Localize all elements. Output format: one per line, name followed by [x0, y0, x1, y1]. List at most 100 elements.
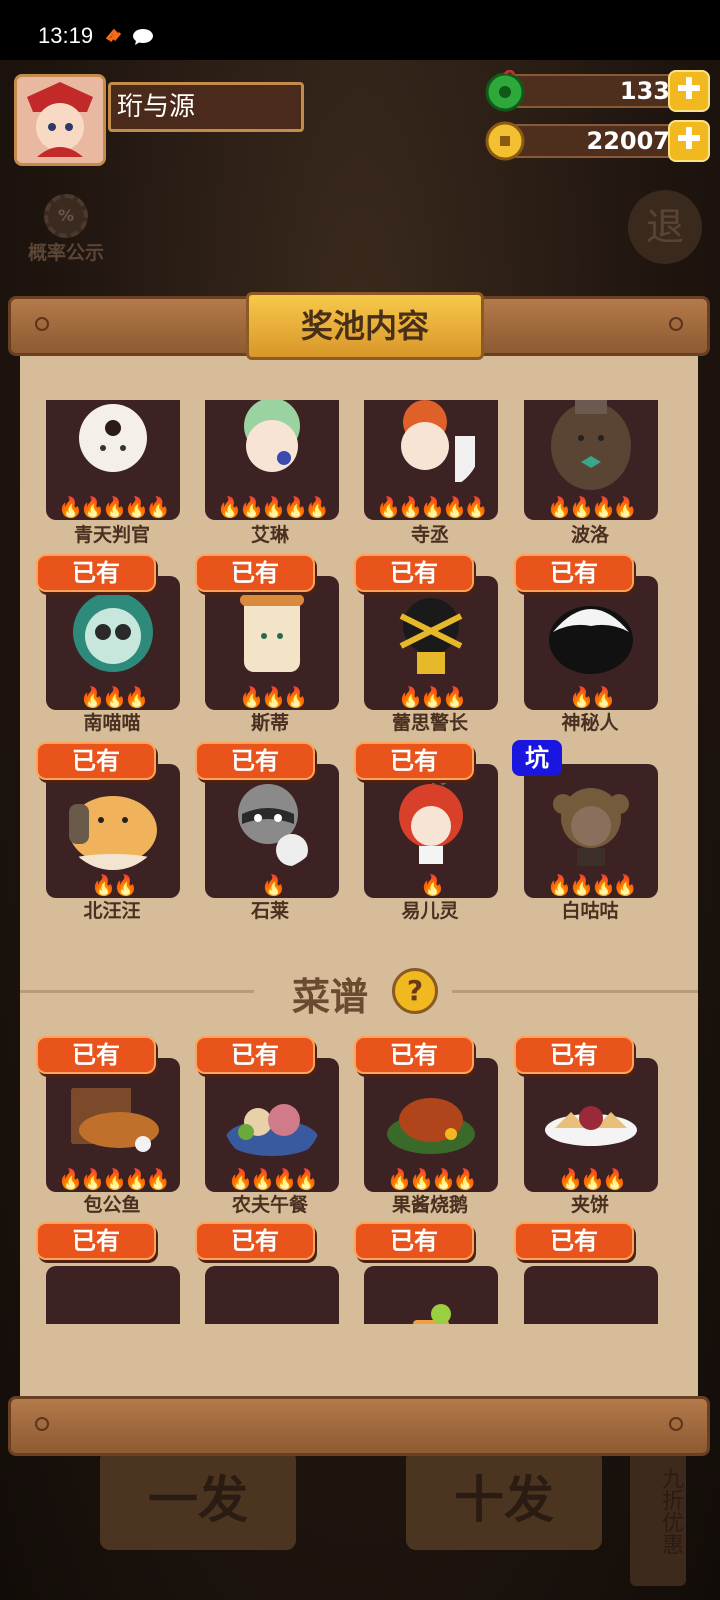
owned-badge: 已有 [514, 1036, 634, 1074]
message-icon [133, 29, 153, 45]
dish-art-jiabing [545, 1106, 637, 1146]
recipe-card-frame: 🔥🔥🔥 [524, 1058, 658, 1192]
star-flames: 🔥🔥 [91, 873, 138, 897]
divider [20, 990, 254, 993]
star-flames: 🔥🔥🔥🔥🔥 [217, 495, 330, 519]
character-art-mystery [549, 606, 633, 674]
coin-currency: 22007 ✚ [484, 120, 710, 162]
scroll-bottom-rod [8, 1396, 710, 1456]
add-coin-button[interactable]: ✚ [668, 120, 710, 162]
notification-app-icon [106, 28, 122, 43]
character-art-irene [244, 398, 300, 472]
status-bar: 13:19 [0, 0, 720, 60]
character-card-frame: 🔥🔥🔥🔥🔥 [205, 386, 339, 520]
dish-art-baogong-fish [71, 1088, 159, 1152]
character-card-frame: 🔥🔥🔥🔥🔥 [364, 386, 498, 520]
star-flames: 🔥 [420, 873, 445, 897]
recipe-name: 包公鱼 [83, 1194, 141, 1216]
character-art-sti [240, 594, 304, 672]
star-flames: 🔥🔥🔥 [398, 685, 467, 709]
character-name: 蕾思警长 [391, 712, 468, 734]
character-art-inspector [399, 598, 463, 674]
recipes-title: 菜谱 [292, 975, 369, 1019]
character-name: 石莱 [250, 900, 289, 922]
character-name: 白咕咕 [561, 900, 619, 922]
star-flames: 🔥🔥🔥 [80, 685, 149, 709]
probability-label: 概率公示 [27, 242, 104, 264]
pit-badge: 坑 [512, 740, 562, 776]
recipes-section-header: 菜谱 ? [20, 966, 698, 1019]
recipe-name: 农夫午餐 [231, 1194, 308, 1216]
owned-badge: 已有 [514, 1222, 634, 1260]
recipe-name: 果酱烧鹅 [391, 1194, 468, 1216]
owned-badge: 已有 [36, 1222, 156, 1260]
coin-icon [485, 121, 525, 161]
percent-gear-icon: % [44, 194, 88, 238]
ten-draw-button[interactable]: 十发 [406, 1450, 602, 1550]
character-name: 斯蒂 [250, 712, 289, 734]
nail-icon [35, 317, 49, 331]
character-card-frame: 🔥🔥🔥🔥 [524, 764, 658, 898]
character-card-frame: 🔥 [205, 764, 339, 898]
character-name: 易儿灵 [401, 900, 459, 922]
jade-value: 133 [619, 77, 670, 105]
character-art-cat [73, 592, 153, 672]
add-jade-button[interactable]: ✚ [668, 70, 710, 112]
jade-currency: 133 ✚ [484, 70, 710, 112]
scroll-mask [20, 356, 698, 400]
recipe-card-frame: 🔥🔥🔥🔥 [364, 1058, 498, 1192]
character-name: 波洛 [570, 524, 609, 546]
character-art-judge [79, 404, 147, 472]
character-art-poirot [551, 396, 631, 490]
character-art-apple [399, 776, 463, 864]
star-flames: 🔥🔥🔥🔥🔥 [376, 495, 489, 519]
character-card-frame: 🔥 [364, 764, 498, 898]
star-flames: 🔥🔥🔥🔥 [228, 1167, 319, 1191]
star-flames: 🔥🔥🔥🔥 [387, 1167, 478, 1191]
nail-icon [669, 317, 683, 331]
probability-button[interactable]: % 概率公示 [18, 194, 114, 264]
nail-icon [35, 1417, 49, 1431]
owned-badge: 已有 [36, 1036, 156, 1074]
character-name: 艾琳 [250, 524, 289, 546]
panel-title: 奖池内容 [246, 292, 484, 360]
pool-content-panel[interactable]: 🔥🔥🔥🔥🔥 青天判官 🔥🔥🔥🔥🔥 艾琳 🔥🔥🔥🔥🔥 寺丞 🔥🔥🔥🔥 波洛 🔥🔥� [20, 356, 698, 1396]
recipe-card-frame: 🔥🔥🔥🔥 [205, 1058, 339, 1192]
avatar-portrait-icon [17, 77, 103, 163]
recipe-name: 夹饼 [570, 1194, 609, 1216]
help-icon[interactable]: ? [392, 968, 438, 1014]
player-name: 珩与源 [108, 82, 304, 132]
character-name: 神秘人 [561, 712, 619, 734]
owned-badge: 已有 [195, 1222, 315, 1260]
character-card-frame: 🔥🔥🔥 [46, 576, 180, 710]
star-flames: 🔥 [261, 873, 286, 897]
dish-art-roast-goose [387, 1098, 475, 1154]
owned-badge: 已有 [354, 742, 474, 780]
character-card-frame: 🔥🔥🔥 [205, 576, 339, 710]
character-name: 寺丞 [410, 524, 449, 546]
owned-badge: 已有 [354, 1222, 474, 1260]
character-art-raccoon [238, 784, 308, 866]
exit-button[interactable]: 退 [628, 190, 702, 264]
star-flames: 🔥🔥🔥🔥 [547, 495, 638, 519]
star-flames: 🔥🔥🔥 [558, 1167, 627, 1191]
character-art-baigugu [553, 788, 629, 866]
owned-badge: 已有 [354, 1036, 474, 1074]
player-avatar[interactable] [14, 74, 106, 166]
character-name: 北汪汪 [83, 900, 141, 922]
character-card-frame: 🔥🔥🔥 [364, 576, 498, 710]
owned-badge: 已有 [36, 554, 156, 592]
character-card-frame: 🔥🔥 [46, 764, 180, 898]
owned-badge: 已有 [354, 554, 474, 592]
recipe-card-frame: 🔥🔥🔥🔥🔥 [46, 1058, 180, 1192]
single-draw-button[interactable]: 一发 [100, 1450, 296, 1550]
star-flames: 🔥🔥 [569, 685, 616, 709]
star-flames: 🔥🔥🔥🔥🔥 [58, 495, 171, 519]
character-name: 青天判官 [73, 524, 150, 546]
character-card-frame: 🔥🔥🔥🔥🔥 [46, 386, 180, 520]
star-flames: 🔥🔥🔥 [239, 685, 308, 709]
character-card-frame: 🔥🔥 [524, 576, 658, 710]
status-time: 13:19 [38, 23, 94, 48]
owned-badge: 已有 [514, 554, 634, 592]
character-name: 南喵喵 [83, 712, 141, 734]
